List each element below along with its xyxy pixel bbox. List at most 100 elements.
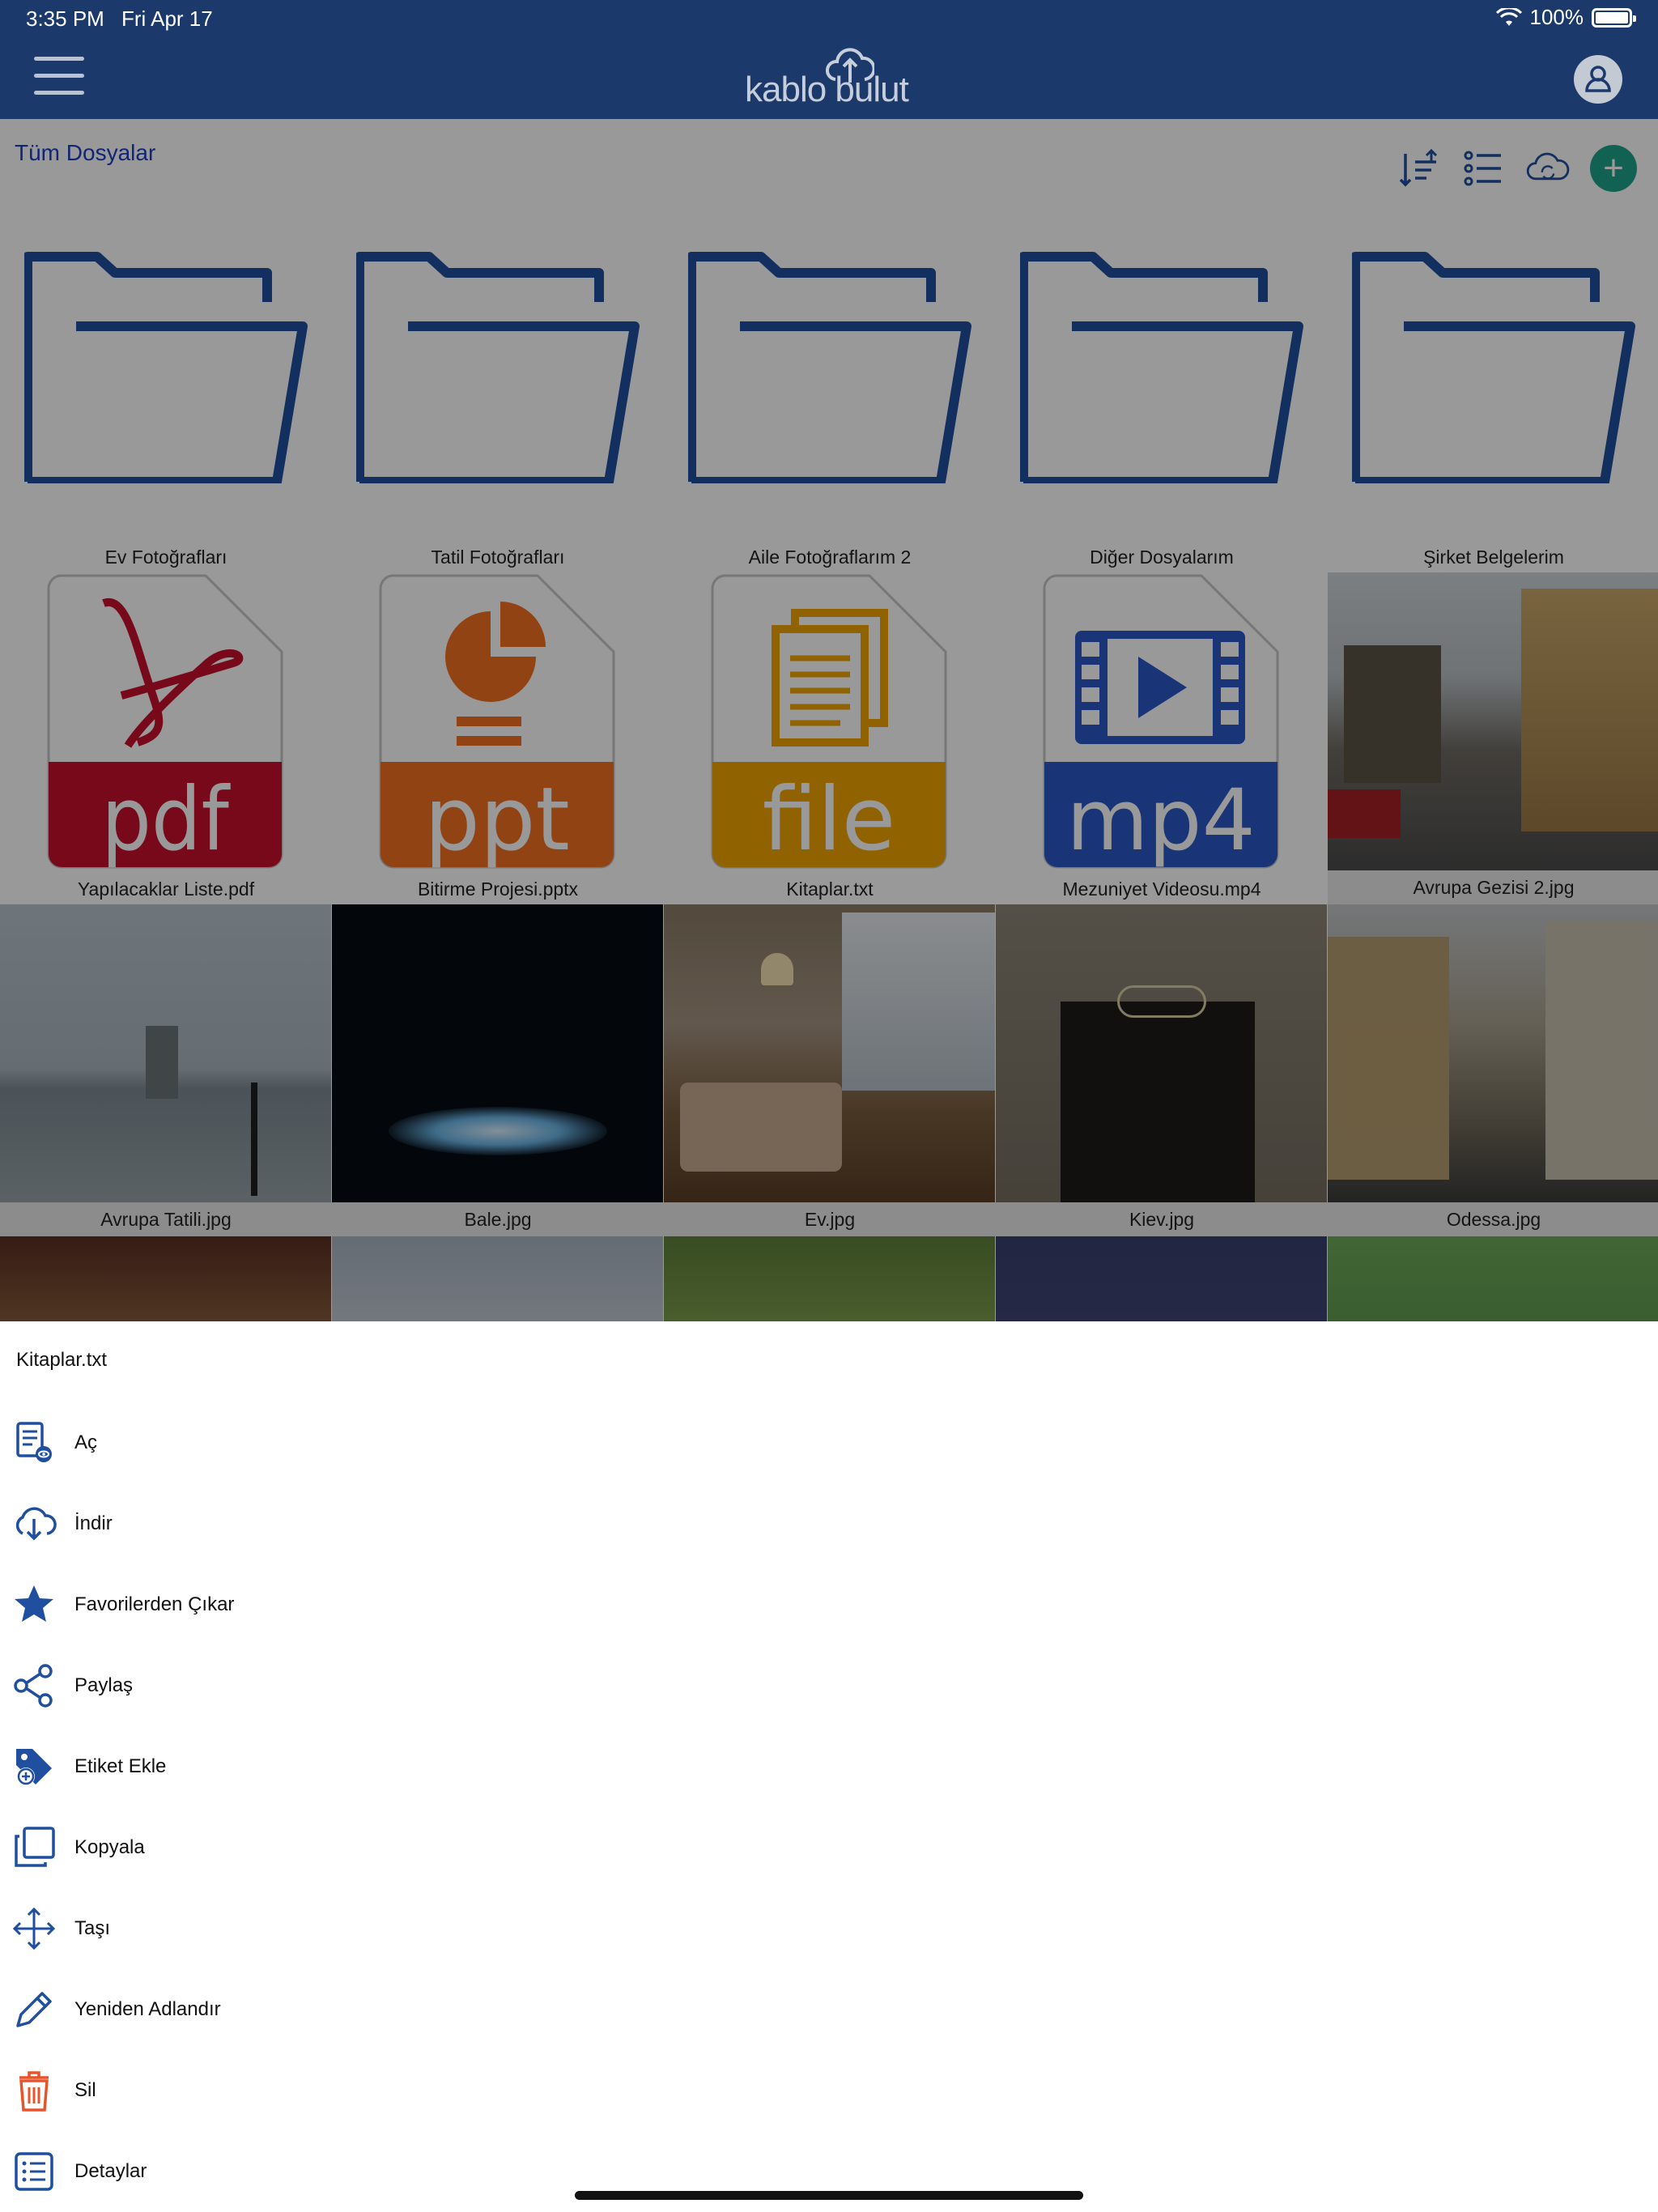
sort-button[interactable] [1396,146,1441,191]
user-icon [1585,66,1611,92]
action-copy[interactable]: Kopyala [0,1807,1658,1888]
pdf-file-icon: pdf [47,574,283,869]
battery-percent: 100% [1529,5,1584,29]
photo-item[interactable] [996,1236,1328,1321]
photo-label: Avrupa Gezisi 2.jpg [1328,870,1658,904]
action-label: Sil [74,2079,96,2101]
app-logo: kablo bulut [745,47,915,112]
open-file-icon [11,1420,57,1465]
file-item[interactable]: pdf Yapılacaklar Liste.pdf [0,572,332,904]
file-ext-label: file [763,769,895,869]
photo-item[interactable]: Kiev.jpg [996,904,1328,1236]
photo-thumbnail [1328,1236,1658,1321]
photo-label: Avrupa Tatili.jpg [0,1202,332,1236]
add-button[interactable]: + [1590,145,1637,192]
status-indicators: 100% [1495,5,1636,30]
folder-label: Diğer Dosyalarım [1090,547,1234,568]
action-label: Yeniden Adlandır [74,1998,221,2020]
photo-item[interactable]: Avrupa Tatili.jpg [0,904,332,1236]
file-label: Yapılacaklar Liste.pdf [77,878,255,900]
photo-item[interactable] [664,1236,996,1321]
photo-item[interactable]: Avrupa Gezisi 2.jpg [1328,572,1658,904]
sort-icon [1399,148,1438,187]
action-label: Taşı [74,1917,111,1939]
action-details[interactable]: Detaylar [0,2131,1658,2212]
action-delete[interactable]: Sil [0,2050,1658,2131]
action-move[interactable]: Taşı [0,1888,1658,1969]
photo-thumbnail [996,904,1327,1202]
action-label: Favorilerden Çıkar [74,1593,235,1615]
action-sheet: Kitaplar.txt Aç İndir Favorilerden Çıkar… [0,1321,1658,2212]
list-view-icon [1464,151,1501,186]
tag-add-icon [11,1744,57,1789]
pencil-icon [11,1987,57,2032]
photo-label: Odessa.jpg [1328,1202,1658,1236]
photo-item[interactable] [1328,1236,1658,1321]
folder-label: Tatil Fotoğrafları [431,547,565,568]
toolbar: + [1396,145,1637,192]
photo-item[interactable] [0,1236,332,1321]
profile-button[interactable] [1574,55,1622,104]
photo-label: Kiev.jpg [996,1202,1328,1236]
app-header: 3:35 PM Fri Apr 17 100% kablo bulut [0,0,1658,119]
photo-thumbnail [0,904,331,1202]
star-icon [11,1582,57,1627]
logo-text: kablo bulut [745,70,909,109]
status-date: Fri Apr 17 [121,6,213,31]
action-label: Aç [74,1431,98,1453]
cloud-sync-button[interactable] [1525,146,1571,191]
sheet-title: Kitaplar.txt [16,1349,108,1371]
move-icon [11,1906,57,1951]
action-rename[interactable]: Yeniden Adlandır [0,1969,1658,2050]
pdf-ext-label: pdf [101,769,231,869]
share-icon [11,1663,57,1708]
folder-item[interactable]: Aile Fotoğraflarım 2 [664,240,996,572]
file-label: Mezuniyet Videosu.mp4 [1062,878,1261,900]
ppt-file-icon: ppt [379,574,615,869]
file-label: Bitirme Projesi.pptx [417,878,579,900]
copy-icon [11,1825,57,1870]
folder-item[interactable]: Diğer Dosyalarım [996,240,1328,572]
folder-icon [1352,252,1635,483]
download-icon [11,1501,57,1546]
file-item[interactable]: file Kitaplar.txt [664,572,996,904]
photo-thumbnail [996,1236,1327,1321]
action-download[interactable]: İndir [0,1483,1658,1564]
photo-item[interactable]: Bale.jpg [332,904,664,1236]
status-time: 3:35 PM [26,6,104,31]
action-label: Kopyala [74,1836,145,1858]
action-share[interactable]: Paylaş [0,1645,1658,1726]
action-unfavorite[interactable]: Favorilerden Çıkar [0,1564,1658,1645]
file-item[interactable]: mp4 Mezuniyet Videosu.mp4 [996,572,1328,904]
photo-item[interactable] [332,1236,664,1321]
photo-thumbnail [0,1236,331,1321]
action-add-tag[interactable]: Etiket Ekle [0,1726,1658,1807]
folder-item[interactable]: Tatil Fotoğrafları [332,240,664,572]
photo-label: Bale.jpg [332,1202,664,1236]
folder-item[interactable]: Ev Fotoğrafları [0,240,332,572]
txt-file-icon: file [711,574,947,869]
photo-item[interactable]: Odessa.jpg [1328,904,1658,1236]
action-label: Detaylar [74,2160,147,2182]
folder-icon [1020,252,1303,483]
action-label: Etiket Ekle [74,1755,167,1777]
photo-thumbnail [664,1236,995,1321]
file-label: Kitaplar.txt [786,878,874,900]
battery-icon [1592,7,1636,28]
wifi-icon [1495,7,1522,26]
photo-thumbnail [332,904,663,1202]
action-open[interactable]: Aç [0,1402,1658,1483]
folder-icon [356,252,640,483]
trash-icon [11,2068,57,2113]
home-indicator[interactable] [575,2191,1083,2200]
menu-button[interactable] [34,57,84,97]
list-view-button[interactable] [1460,146,1506,191]
file-item[interactable]: ppt Bitirme Projesi.pptx [332,572,664,904]
breadcrumb[interactable]: Tüm Dosyalar [15,140,155,166]
folder-item[interactable]: Şirket Belgelerim [1328,240,1658,572]
ppt-ext-label: ppt [424,769,569,869]
photo-item[interactable]: Ev.jpg [664,904,996,1236]
action-label: İndir [74,1512,113,1534]
file-browser: Tüm Dosyalar + Ev Fotoğrafları Tatil Fot… [0,119,1658,1321]
cloud-sync-icon [1526,152,1570,181]
